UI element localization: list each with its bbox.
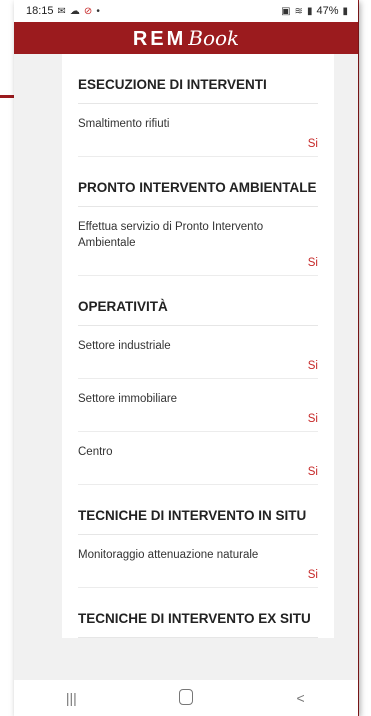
wifi-icon: ≋ xyxy=(294,5,303,17)
detail-item: Smaltimento rifiuti Si xyxy=(78,104,318,157)
sim-icon: ▣ xyxy=(281,5,291,17)
battery-percent: 47% xyxy=(316,5,339,17)
home-button[interactable] xyxy=(156,688,216,708)
section-title: TECNICHE DI INTERVENTO EX SITU xyxy=(78,588,318,638)
details-content[interactable]: ESECUZIONE DI INTERVENTI Smaltimento rifi… xyxy=(14,54,358,680)
detail-value: Si xyxy=(307,569,318,581)
detail-value: Si xyxy=(307,466,318,478)
detail-value: Si xyxy=(307,138,318,150)
detail-item: Effettua servizio di Pronto Intervento A… xyxy=(78,207,318,276)
detail-label: Effettua servizio di Pronto Intervento A… xyxy=(78,221,264,249)
detail-value: Si xyxy=(307,413,318,425)
section-title: PRONTO INTERVENTO AMBIENTALE xyxy=(78,157,318,207)
logo-bold-text: REM xyxy=(132,27,187,50)
section-title: ESECUZIONE DI INTERVENTI xyxy=(78,54,318,104)
recents-button[interactable]: ||| xyxy=(41,690,101,706)
detail-value: Si xyxy=(307,360,318,372)
cloud-icon: ☁ xyxy=(69,5,80,17)
detail-label: Settore immobiliare xyxy=(78,393,178,405)
app-icon: ⊘ xyxy=(83,5,93,17)
detail-value: Si xyxy=(307,257,318,269)
home-icon xyxy=(178,688,193,705)
dot-icon: • xyxy=(96,5,100,17)
details-card: ESECUZIONE DI INTERVENTI Smaltimento rifi… xyxy=(62,54,334,638)
detail-label: Monitoraggio attenuazione naturale xyxy=(78,549,259,561)
status-time: 18:15 xyxy=(26,5,54,17)
detail-label: Settore industriale xyxy=(78,340,171,352)
signal-icon: ▮ xyxy=(306,5,313,17)
detail-label: Centro xyxy=(78,446,113,458)
section-title: TECNICHE DI INTERVENTO IN SITU xyxy=(78,485,318,535)
back-button[interactable]: < xyxy=(271,690,331,706)
detail-label: Smaltimento rifiuti xyxy=(78,118,170,130)
navigation-bar: ||| < xyxy=(14,680,358,716)
status-bar: 18:15 ✉ ☁ ⊘ • ▣ ≋ ▮ 47% ▮ xyxy=(14,0,358,22)
battery-icon: ▮ xyxy=(342,5,348,17)
detail-item: Settore immobiliare Si xyxy=(78,379,318,432)
detail-item: Settore industriale Si xyxy=(78,326,318,379)
phone-screen: 18:15 ✉ ☁ ⊘ • ▣ ≋ ▮ 47% ▮ REM Book ESECU… xyxy=(14,0,358,716)
mail-icon: ✉ xyxy=(57,5,66,17)
detail-item: Monitoraggio attenuazione naturale Si xyxy=(78,535,318,588)
section-title: OPERATIVITÀ xyxy=(78,276,318,326)
app-bar: REM Book xyxy=(14,22,358,54)
detail-item: Centro Si xyxy=(78,432,318,485)
logo-script-text: Book xyxy=(188,25,240,50)
app-logo: REM Book xyxy=(133,26,239,51)
